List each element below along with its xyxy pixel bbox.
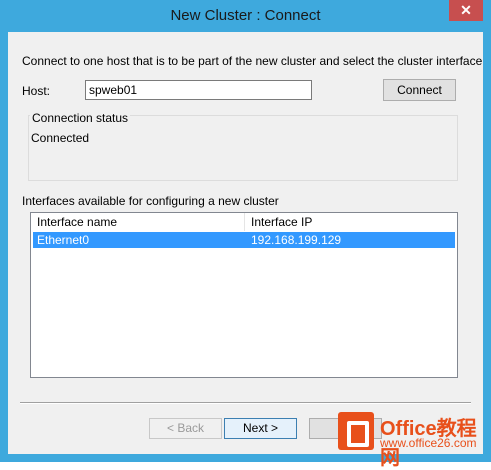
window-title: New Cluster : Connect bbox=[170, 7, 321, 24]
connect-button[interactable]: Connect bbox=[383, 79, 456, 101]
dialog-client-area: Connect to one host that is to be part o… bbox=[8, 32, 483, 454]
connection-status-label: Connection status bbox=[30, 111, 131, 125]
dialog-window: New Cluster : Connect ✕ Connect to one h… bbox=[0, 0, 491, 469]
interfaces-list[interactable]: Interface name Interface IP Ethernet0 19… bbox=[30, 212, 458, 378]
close-icon: ✕ bbox=[460, 2, 472, 18]
back-button[interactable]: < Back bbox=[149, 418, 222, 439]
instructions-text: Connect to one host that is to be part o… bbox=[22, 54, 483, 68]
title-bar[interactable]: New Cluster : Connect ✕ bbox=[0, 0, 491, 32]
next-button[interactable]: Next > bbox=[224, 418, 297, 439]
office-logo-icon bbox=[338, 412, 374, 450]
host-label: Host: bbox=[22, 84, 51, 98]
watermark: Office教程网 www.office26.com bbox=[326, 406, 491, 469]
row-interface-ip: 192.168.199.129 bbox=[251, 233, 342, 247]
column-header-interface-name[interactable]: Interface name bbox=[31, 213, 244, 231]
interfaces-label: Interfaces available for configuring a n… bbox=[22, 194, 279, 208]
table-row[interactable]: Ethernet0 192.168.199.129 bbox=[33, 232, 455, 248]
column-header-interface-ip[interactable]: Interface IP bbox=[245, 213, 455, 231]
close-button[interactable]: ✕ bbox=[449, 0, 483, 21]
office-logo-mark bbox=[347, 421, 369, 447]
host-input[interactable]: spweb01 bbox=[85, 80, 312, 100]
connection-status-text: Connected bbox=[31, 131, 90, 145]
footer-divider bbox=[20, 402, 471, 404]
watermark-url: www.office26.com bbox=[380, 436, 477, 450]
row-interface-name: Ethernet0 bbox=[37, 233, 90, 247]
